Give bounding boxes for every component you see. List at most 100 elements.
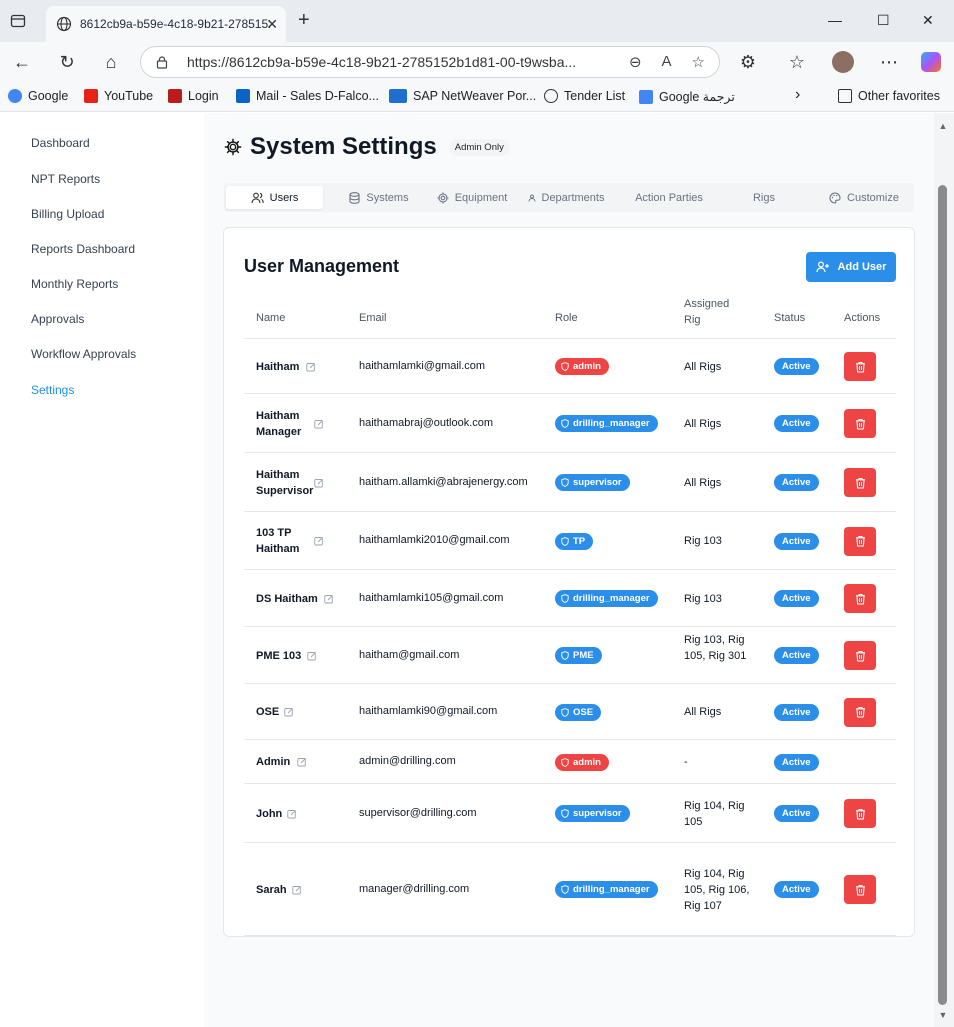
add-user-button[interactable]: Add User	[806, 252, 896, 282]
bookmark-youtube[interactable]: YouTube	[84, 89, 153, 103]
user-email: haithamabraj@outlook.com	[359, 416, 494, 429]
user-name: Sarah	[256, 883, 287, 896]
profile-avatar[interactable]	[832, 51, 854, 73]
delete-user-button[interactable]	[844, 352, 876, 381]
table-row: DS Haitham haithamlamki105@gmail.com drill…	[244, 570, 896, 627]
delete-user-button[interactable]	[844, 875, 876, 904]
favorite-star-icon[interactable]: ☆	[692, 53, 705, 71]
tab-actions-icon[interactable]	[10, 13, 26, 29]
user-management-card: User Management Add User Name Email Role…	[223, 227, 915, 937]
tab-action-parties[interactable]: Action Parties	[619, 186, 719, 209]
edit-icon[interactable]	[324, 594, 334, 604]
delete-user-button[interactable]	[844, 409, 876, 438]
status-badge: Active	[774, 703, 819, 721]
edit-icon[interactable]	[306, 362, 316, 372]
scroll-down-icon[interactable]: ▼	[938, 1010, 948, 1020]
edit-icon[interactable]	[284, 707, 294, 717]
role-label: supervisor	[573, 477, 622, 488]
bookmark-login[interactable]: Login	[168, 89, 219, 103]
bookmark-tender-list[interactable]: Tender List	[544, 89, 625, 103]
scrollbar-thumb[interactable]	[938, 185, 947, 1005]
tab-departments[interactable]: Departments	[520, 186, 612, 209]
close-tab-icon[interactable]: ✕	[266, 16, 278, 33]
other-favorites[interactable]: Other favorites	[838, 89, 940, 103]
youtube-icon	[84, 89, 98, 103]
url-input[interactable]: https://8612cb9a-b59e-4c18-9b21-2785152b…	[140, 46, 720, 78]
edit-icon[interactable]	[307, 651, 317, 661]
new-tab-icon[interactable]: +	[298, 10, 310, 30]
role-label: PME	[573, 650, 594, 661]
tab-equipment[interactable]: Equipment	[427, 186, 517, 209]
close-window-icon[interactable]: ✕	[922, 12, 934, 29]
tab-users[interactable]: Users	[226, 186, 323, 209]
user-name: DS Haitham	[256, 592, 318, 605]
edit-icon[interactable]	[292, 885, 302, 895]
edit-icon[interactable]	[314, 419, 324, 429]
bookmark-google-translate[interactable]: Google ترجمة	[639, 89, 735, 104]
sidebar-item-billing-upload[interactable]: Billing Upload	[31, 207, 104, 221]
sidebar-item-monthly-reports[interactable]: Monthly Reports	[31, 277, 118, 291]
sidebar-item-dashboard[interactable]: Dashboard	[31, 136, 90, 150]
bookmark-sap[interactable]: SAP NetWeaver Por...	[389, 89, 536, 103]
role-badge: supervisor	[555, 474, 630, 491]
trash-icon	[855, 593, 865, 605]
page-heading: System Settings Admin Only	[224, 133, 510, 161]
shield-icon	[561, 419, 569, 428]
assigned-rig: All Rigs	[684, 476, 722, 489]
table-header: Name Email Role Assigned Rig Status Acti…	[244, 298, 896, 339]
bookmark-mail[interactable]: Mail - Sales D-Falco...	[236, 89, 379, 103]
edit-icon[interactable]	[314, 536, 324, 546]
delete-user-button[interactable]	[844, 799, 876, 828]
favorites-icon[interactable]: ☆	[787, 52, 807, 72]
sidebar-item-settings[interactable]: Settings	[31, 383, 74, 397]
delete-user-button[interactable]	[844, 641, 876, 670]
cog-icon	[437, 192, 449, 203]
page-scrollbar[interactable]: ▲ ▼	[934, 113, 954, 1027]
tab-customize[interactable]: Customize	[818, 186, 910, 209]
scroll-up-icon[interactable]: ▲	[938, 121, 948, 131]
sidebar-item-workflow-approvals[interactable]: Workflow Approvals	[31, 347, 136, 361]
user-name: Haitham Supervisor	[256, 468, 314, 497]
delete-user-button[interactable]	[844, 584, 876, 613]
copilot-icon[interactable]	[921, 52, 941, 72]
delete-user-button[interactable]	[844, 468, 876, 497]
tab-systems[interactable]: Systems	[334, 186, 424, 209]
user-email: haithamlamki90@gmail.com	[359, 705, 498, 717]
column-header-email: Email	[359, 312, 387, 324]
column-header-actions: Actions	[844, 312, 881, 324]
sidebar-item-npt-reports[interactable]: NPT Reports	[31, 172, 100, 186]
refresh-icon[interactable]: ↻	[57, 52, 77, 72]
minimize-icon[interactable]: —	[828, 12, 842, 28]
status-badge: Active	[774, 647, 819, 664]
back-arrow-icon[interactable]: ←	[12, 52, 32, 72]
browser-tab[interactable]: 8612cb9a-b59e-4c18-9b21-2785152b1d81 ✕	[46, 6, 286, 42]
delete-user-button[interactable]	[844, 526, 876, 556]
role-badge: PME	[555, 647, 602, 664]
zoom-icon[interactable]: ⊖	[629, 53, 642, 71]
user-name: Haitham Manager	[256, 409, 302, 438]
table-row: Haitham Manager haithamabraj@outlook.com d…	[244, 394, 896, 453]
role-label: admin	[573, 756, 601, 768]
lock-icon	[156, 56, 168, 69]
sidebar-item-approvals[interactable]: Approvals	[31, 312, 84, 326]
read-aloud-icon[interactable]: A	[662, 53, 672, 71]
extensions-icon[interactable]: ⚙	[738, 52, 758, 72]
user-plus-icon	[815, 261, 829, 273]
home-icon[interactable]: ⌂	[101, 52, 121, 72]
assigned-rig: Rig 103	[684, 535, 722, 547]
more-options-icon[interactable]: ⋯	[879, 52, 899, 72]
delete-user-button[interactable]	[844, 697, 876, 727]
tab-rigs[interactable]: Rigs	[724, 186, 804, 209]
edit-icon[interactable]	[314, 478, 324, 488]
edit-icon[interactable]	[297, 757, 307, 767]
role-label: admin	[573, 361, 601, 372]
shield-icon	[561, 757, 569, 767]
role-badge: TP	[555, 532, 594, 550]
page: Dashboard NPT Reports Billing Upload Rep…	[0, 113, 934, 1027]
bookmarks-overflow-chevron-icon[interactable]: ›	[795, 86, 800, 104]
bookmark-google[interactable]: Google	[8, 89, 68, 103]
settings-tabs: Users Systems Equipment Departments Acti…	[224, 183, 914, 212]
edit-icon[interactable]	[287, 809, 297, 819]
maximize-icon[interactable]: ☐	[877, 12, 890, 29]
sidebar-item-reports-dashboard[interactable]: Reports Dashboard	[31, 242, 135, 256]
